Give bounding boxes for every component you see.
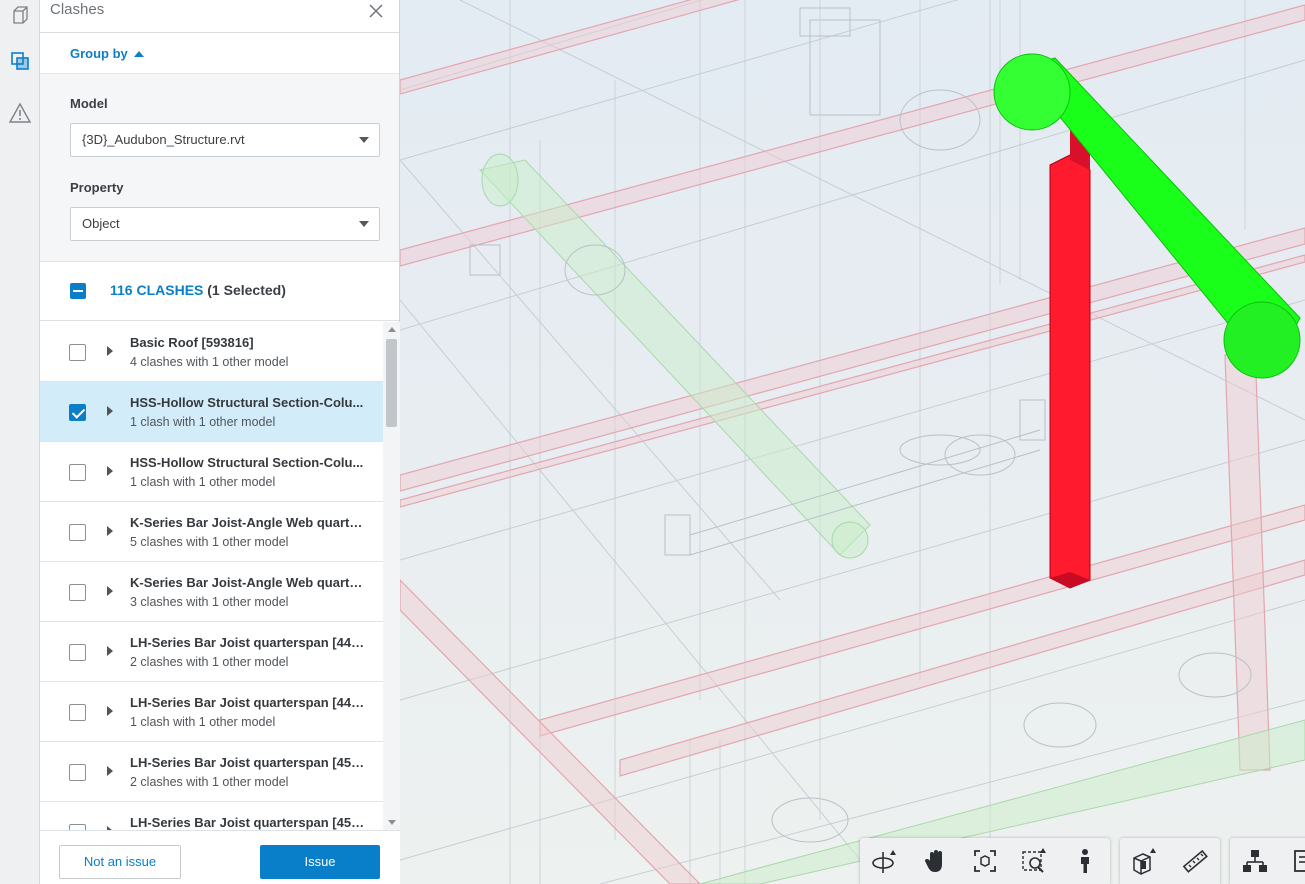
clash-item-title: Basic Roof [593816] xyxy=(130,335,254,350)
warning-icon[interactable] xyxy=(0,90,40,136)
not-an-issue-button[interactable]: Not an issue xyxy=(59,845,181,879)
clash-list: Basic Roof [593816] 4 clashes with 1 othe… xyxy=(40,322,383,830)
clash-summary: 116 CLASHES (1 Selected) xyxy=(40,262,399,321)
clash-item-checkbox[interactable] xyxy=(69,404,86,421)
pan-icon[interactable] xyxy=(910,838,960,884)
clash-item-subtitle: 1 clash with 1 other model xyxy=(130,715,276,729)
group-by-toggle[interactable]: Group by xyxy=(70,46,144,61)
model-scene xyxy=(400,0,1305,884)
property-select[interactable]: Object xyxy=(70,207,380,241)
property-label: Property xyxy=(70,180,124,195)
expand-arrow-icon[interactable] xyxy=(107,766,113,776)
close-icon[interactable] xyxy=(367,2,385,20)
expand-arrow-icon[interactable] xyxy=(107,706,113,716)
clashes-panel: Clashes Group by Model {3D}_Audubon_Stru… xyxy=(40,0,400,884)
clash-item-subtitle: 5 clashes with 1 other model xyxy=(130,535,289,549)
left-rail xyxy=(0,0,40,884)
expand-arrow-icon[interactable] xyxy=(107,526,113,536)
clash-item-title: K-Series Bar Joist-Angle Web quarter... xyxy=(130,575,365,590)
selected-count: (1 Selected) xyxy=(207,282,286,298)
clash-item-subtitle: 2 clashes with 1 other model xyxy=(130,775,289,789)
clash-list-item[interactable]: Basic Roof [593816] 4 clashes with 1 othe… xyxy=(40,322,383,382)
clash-list-item[interactable]: K-Series Bar Joist-Angle Web quarter... 3… xyxy=(40,562,383,622)
panel-footer: Not an issue Issue xyxy=(40,830,400,884)
clash-summary-text: 116 CLASHES (1 Selected) xyxy=(110,282,286,298)
model-browser-icon[interactable] xyxy=(1230,838,1280,884)
expand-arrow-icon[interactable] xyxy=(107,466,113,476)
section-box-icon[interactable] xyxy=(1120,838,1170,884)
issue-button[interactable]: Issue xyxy=(260,845,380,879)
expand-arrow-icon[interactable] xyxy=(107,646,113,656)
tools-toolbar xyxy=(1120,838,1220,884)
clash-count-link[interactable]: 116 CLASHES xyxy=(110,282,203,298)
chevron-down-icon xyxy=(359,221,369,227)
select-all-checkbox[interactable] xyxy=(70,283,86,299)
clash-item-title: HSS-Hollow Structural Section-Colu... xyxy=(130,395,364,410)
fit-to-view-icon[interactable] xyxy=(960,838,1010,884)
clash-item-title: LH-Series Bar Joist quarterspan [446... xyxy=(130,635,365,650)
clash-item-title: LH-Series Bar Joist quarterspan [446... xyxy=(130,695,365,710)
measure-icon[interactable] xyxy=(1170,838,1220,884)
properties-icon[interactable] xyxy=(1280,838,1305,884)
clash-list-item[interactable]: LH-Series Bar Joist quarterspan [451... 2… xyxy=(40,742,383,802)
orbit-icon[interactable] xyxy=(860,838,910,884)
model-select-value: {3D}_Audubon_Structure.rvt xyxy=(82,132,245,147)
clash-item-title: LH-Series Bar Joist quarterspan [451... xyxy=(130,755,365,770)
model-label: Model xyxy=(70,96,108,111)
clash-list-item[interactable]: LH-Series Bar Joist quarterspan [451... xyxy=(40,802,383,830)
clash-item-subtitle: 3 clashes with 1 other model xyxy=(130,595,289,609)
clash-item-checkbox[interactable] xyxy=(69,344,86,361)
first-person-icon[interactable] xyxy=(1060,838,1110,884)
group-by-label: Group by xyxy=(70,46,128,61)
panel-title: Clashes xyxy=(50,1,105,18)
chevron-up-icon xyxy=(133,50,144,57)
scrollbar-thumb[interactable] xyxy=(386,339,397,427)
clash-list-item[interactable]: LH-Series Bar Joist quarterspan [446... 1… xyxy=(40,682,383,742)
settings-toolbar xyxy=(1230,838,1305,884)
clash-item-title: HSS-Hollow Structural Section-Colu... xyxy=(130,455,364,470)
clash-item-subtitle: 4 clashes with 1 other model xyxy=(130,355,289,369)
clash-item-subtitle: 1 clash with 1 other model xyxy=(130,415,276,429)
panel-header: Clashes xyxy=(40,0,399,33)
clash-item-checkbox[interactable] xyxy=(69,584,86,601)
group-by-row: Group by xyxy=(40,33,399,74)
clash-column-red xyxy=(1049,82,1091,589)
model-select[interactable]: {3D}_Audubon_Structure.rvt xyxy=(70,123,380,157)
clash-list-item[interactable]: HSS-Hollow Structural Section-Colu... 1 c… xyxy=(40,382,383,442)
clash-item-checkbox[interactable] xyxy=(69,704,86,721)
clash-item-title: LH-Series Bar Joist quarterspan [451... xyxy=(130,815,365,830)
clash-item-checkbox[interactable] xyxy=(69,464,86,481)
chevron-down-icon xyxy=(359,137,369,143)
expand-arrow-icon[interactable] xyxy=(107,346,113,356)
zoom-window-icon[interactable] xyxy=(1010,838,1060,884)
clash-list-item[interactable]: LH-Series Bar Joist quarterspan [446... 2… xyxy=(40,622,383,682)
property-select-value: Object xyxy=(82,216,120,231)
clash-item-checkbox[interactable] xyxy=(69,764,86,781)
model-cube-icon[interactable] xyxy=(0,0,40,30)
list-scrollbar[interactable] xyxy=(383,322,400,830)
expand-arrow-icon[interactable] xyxy=(107,586,113,596)
clash-list-item[interactable]: K-Series Bar Joist-Angle Web quarter... 5… xyxy=(40,502,383,562)
clash-item-title: K-Series Bar Joist-Angle Web quarter... xyxy=(130,515,365,530)
scroll-down-arrow-icon[interactable] xyxy=(388,820,396,825)
scroll-up-arrow-icon[interactable] xyxy=(388,327,396,332)
clash-item-subtitle: 2 clashes with 1 other model xyxy=(130,655,289,669)
clash-item-subtitle: 1 clash with 1 other model xyxy=(130,475,276,489)
expand-arrow-icon[interactable] xyxy=(107,406,113,416)
3d-viewport[interactable] xyxy=(400,0,1305,884)
navigation-toolbar xyxy=(860,838,1110,884)
clash-list-item[interactable]: HSS-Hollow Structural Section-Colu... 1 c… xyxy=(40,442,383,502)
clash-item-checkbox[interactable] xyxy=(69,524,86,541)
group-by-filters: Model {3D}_Audubon_Structure.rvt Propert… xyxy=(40,74,399,262)
clash-item-checkbox[interactable] xyxy=(69,644,86,661)
clashes-icon[interactable] xyxy=(0,38,40,84)
